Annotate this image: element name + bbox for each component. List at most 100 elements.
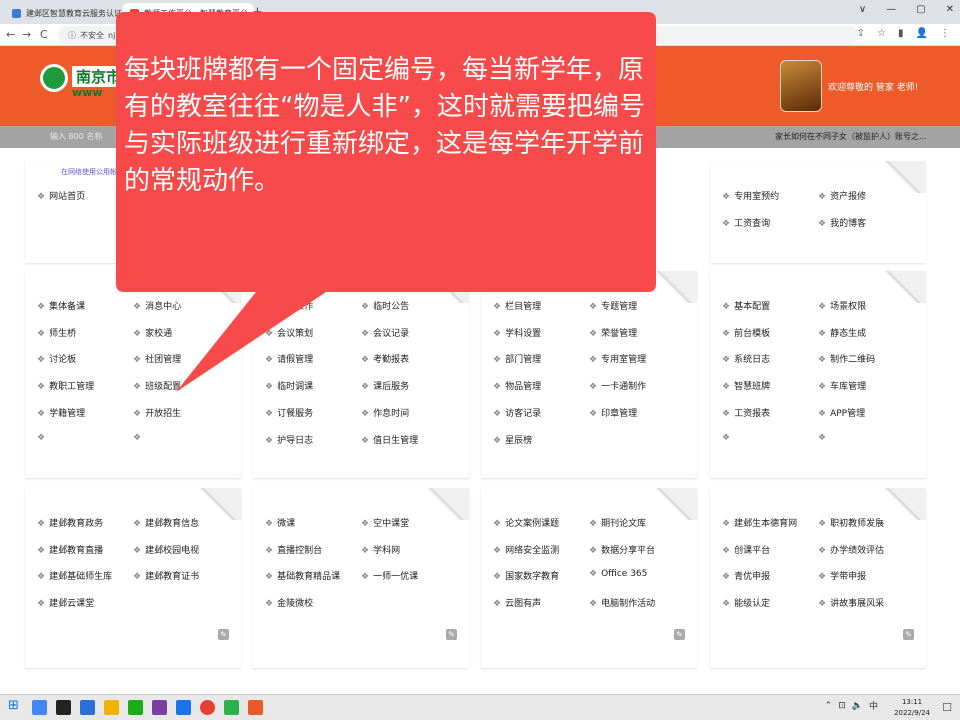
panel-link[interactable]: ❖ 工资查询 <box>722 216 770 229</box>
clock[interactable]: 13:11 2022/9/24 <box>894 697 930 719</box>
edit-icon[interactable]: ✎ <box>903 629 914 640</box>
panel-link[interactable]: ❖ 创课平台 <box>722 543 770 556</box>
volume-icon[interactable]: 🔈 <box>852 701 863 711</box>
share-icon[interactable]: ⇪ <box>857 28 865 39</box>
panel-link[interactable]: ❖ 网站首页 <box>37 189 85 202</box>
panel-link[interactable]: ❖ APP管理 <box>818 406 865 419</box>
panel-link[interactable]: ❖ 印章管理 <box>589 406 637 419</box>
panel-link[interactable]: ❖ 车库管理 <box>818 379 866 392</box>
browser-tab-1[interactable]: 建邺区智慧教育云服务认证中心 × <box>4 3 122 24</box>
panel-link[interactable]: ❖ 资产报修 <box>818 189 866 202</box>
bookmark-star-icon[interactable]: ☆ <box>877 28 886 39</box>
panel-link[interactable]: ❖ <box>37 433 49 443</box>
app-icon-6[interactable] <box>152 700 167 715</box>
panel-link[interactable]: ❖ 讨论板 <box>37 352 76 365</box>
panel-link[interactable]: ❖ Office 365 <box>589 569 647 579</box>
panel-link[interactable]: ❖ 建邺云课堂 <box>37 596 94 609</box>
panel-link[interactable]: ❖ 讲故事展风采 <box>818 596 884 609</box>
panel-link[interactable]: ❖ 学科网 <box>361 543 400 556</box>
panel-link[interactable]: ❖ 师生桥 <box>37 326 76 339</box>
panel-link[interactable]: ❖ 建邺教育直播 <box>37 543 103 556</box>
bullet-icon: ❖ <box>722 192 731 202</box>
panel-link[interactable]: ❖ 工资报表 <box>722 406 770 419</box>
panel-link[interactable]: ❖ 静态生成 <box>818 326 866 339</box>
panel-link[interactable]: ❖ 建邺教育证书 <box>133 569 199 582</box>
back-icon[interactable]: ← <box>6 28 15 41</box>
panel-link[interactable]: ❖ 学籍管理 <box>37 406 85 419</box>
panel-link[interactable]: ❖ 直播控制台 <box>265 543 322 556</box>
panel-link[interactable]: ❖ 建邺生本德育网 <box>722 516 797 529</box>
panel-link[interactable]: ❖ <box>722 433 734 443</box>
panel-link[interactable]: ❖ 微课 <box>265 516 295 529</box>
tray-chevron-icon[interactable]: ⌃ <box>825 701 833 711</box>
panel-link[interactable]: ❖ 订餐服务 <box>265 406 313 419</box>
panel-link[interactable]: ❖ 专用室预约 <box>722 189 779 202</box>
panel-link[interactable]: ❖ 论文案例课题 <box>493 516 559 529</box>
panel-link[interactable]: ❖ 一师一优课 <box>361 569 418 582</box>
panel-link[interactable]: ❖ 建邺基础师生库 <box>37 569 112 582</box>
panel-link[interactable]: ❖ 基础教育精品课 <box>265 569 340 582</box>
wechat-icon[interactable] <box>128 700 143 715</box>
forward-icon[interactable]: → <box>22 28 31 41</box>
panel-link[interactable]: ❖ 值日生管理 <box>361 433 418 446</box>
panel-link[interactable]: ❖ 前台模板 <box>722 326 770 339</box>
panel-link[interactable]: ❖ 能级认定 <box>722 596 770 609</box>
maximize-icon[interactable]: ▢ <box>916 4 925 15</box>
panel-link[interactable]: ❖ 建邺教育政务 <box>37 516 103 529</box>
profile-icon[interactable]: 👤 <box>916 28 928 39</box>
panel-link[interactable]: ❖ 系统日志 <box>722 352 770 365</box>
camtasia-icon[interactable] <box>224 700 239 715</box>
panel-link[interactable]: ❖ 集体备课 <box>37 299 85 312</box>
network-icon[interactable]: ⊡ <box>838 701 846 711</box>
minimize-icon[interactable]: — <box>886 4 896 15</box>
panel-link[interactable]: ❖ <box>133 433 145 443</box>
ime-indicator[interactable]: 中 <box>869 699 878 712</box>
panel-link[interactable]: ❖ <box>818 433 830 443</box>
panel-link[interactable]: ❖ 教职工管理 <box>37 379 94 392</box>
panel-link[interactable]: ❖ 我的博客 <box>818 216 866 229</box>
panel-link[interactable]: ❖ 金陵微校 <box>265 596 313 609</box>
panel-link[interactable]: ❖ 职初教师发展 <box>818 516 884 529</box>
panel-link[interactable]: ❖ 开放招生 <box>133 406 181 419</box>
notification-icon[interactable]: ☐ <box>942 701 952 714</box>
panel-link[interactable]: ❖ 作息时间 <box>361 406 409 419</box>
edit-icon[interactable]: ✎ <box>674 629 685 640</box>
panel-link[interactable]: ❖ 云图有声 <box>493 596 541 609</box>
chrome-icon[interactable] <box>200 700 215 715</box>
reload-icon[interactable]: C <box>40 28 48 41</box>
panel-link[interactable]: ❖ 建邺校园电视 <box>133 543 199 556</box>
folder-icon[interactable] <box>104 700 119 715</box>
panel-link[interactable]: ❖ 建邺教育信息 <box>133 516 199 529</box>
panel-link[interactable]: ❖ 国家数字教育 <box>493 569 559 582</box>
panel-link[interactable]: ❖ 智慧班牌 <box>722 379 770 392</box>
panel-link[interactable]: ❖ 网络安全监测 <box>493 543 559 556</box>
edit-icon[interactable]: ✎ <box>218 629 229 640</box>
panel-link[interactable]: ❖ 星辰榜 <box>493 433 532 446</box>
panel-link[interactable]: ❖ 制作二维码 <box>818 352 875 365</box>
panel-link[interactable]: ❖ 学带申报 <box>818 569 866 582</box>
panel-link[interactable]: ❖ 护导日志 <box>265 433 313 446</box>
tab-search-icon[interactable]: ∨ <box>859 4 866 15</box>
app-icon-7[interactable] <box>176 700 191 715</box>
panel-link[interactable]: ❖ 数据分享平台 <box>589 543 655 556</box>
notice-link[interactable]: 家长如何在不同子女（被监护人）账号之... <box>775 131 927 142</box>
start-icon[interactable]: ⊞ <box>8 698 23 713</box>
panel-link[interactable]: ❖ 空中课堂 <box>361 516 409 529</box>
avatar[interactable] <box>780 60 822 112</box>
app-icon-1[interactable] <box>32 700 47 715</box>
panel-link[interactable]: ❖ 电脑制作活动 <box>589 596 655 609</box>
menu-icon[interactable]: ⋮ <box>940 28 950 39</box>
sidebar-icon[interactable]: ▮ <box>898 28 904 39</box>
panel-link-label: 建邺教育信息 <box>145 519 200 529</box>
panel-link[interactable]: ❖ 办学绩效评估 <box>818 543 884 556</box>
app-icon-3[interactable] <box>80 700 95 715</box>
app-icon-2[interactable] <box>56 700 71 715</box>
panel-link[interactable]: ❖ 基本配置 <box>722 299 770 312</box>
close-window-icon[interactable]: ✕ <box>946 4 954 15</box>
panel-link[interactable]: ❖ 场景权限 <box>818 299 866 312</box>
panel-link[interactable]: ❖ 期刊论文库 <box>589 516 646 529</box>
edit-icon[interactable]: ✎ <box>446 629 457 640</box>
recorder-icon[interactable] <box>248 700 263 715</box>
panel-link[interactable]: ❖ 访客记录 <box>493 406 541 419</box>
panel-link[interactable]: ❖ 青优申报 <box>722 569 770 582</box>
